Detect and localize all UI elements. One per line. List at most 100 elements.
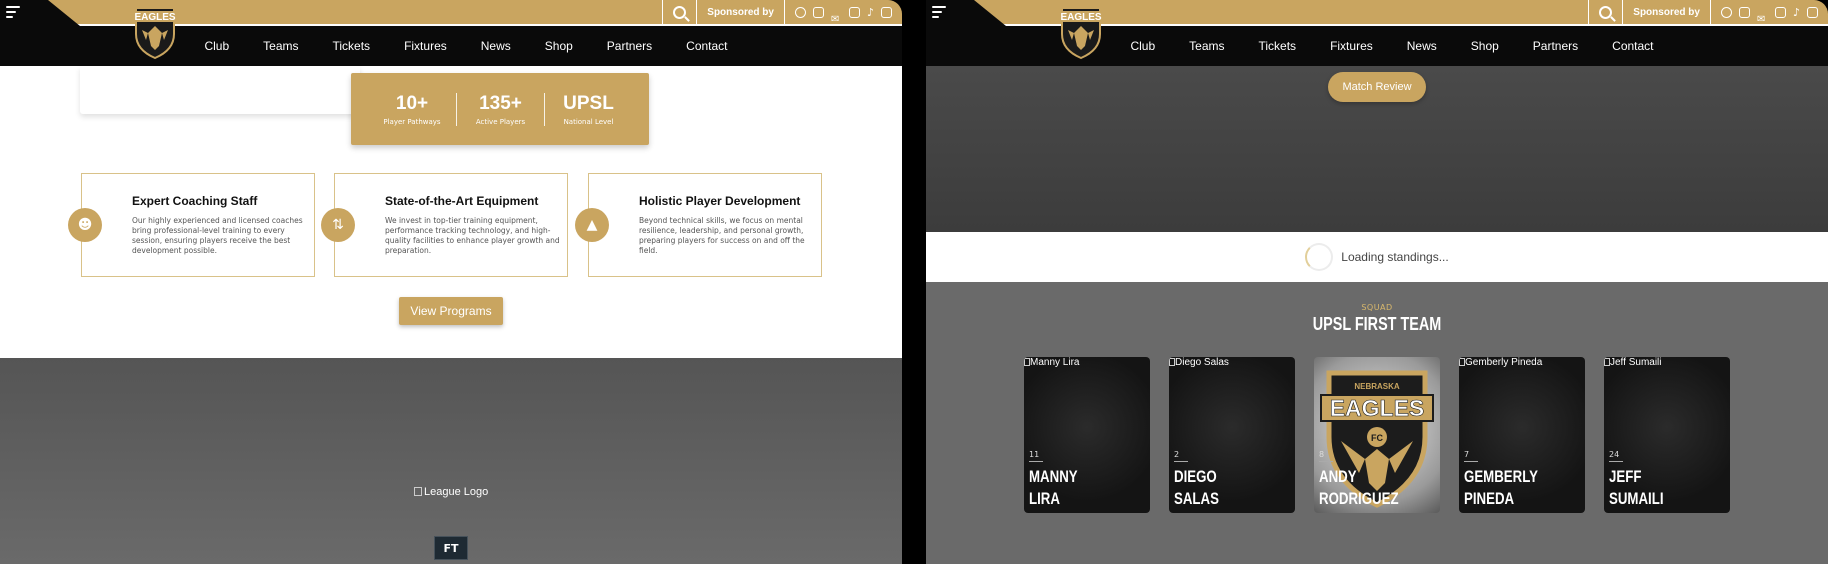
player-card[interactable]: Gemberly Pineda 7 GEMBERLY PINEDA (1459, 357, 1585, 513)
player-last-name: RODRIGUEZ (1319, 489, 1399, 508)
nav-club[interactable]: Club (1130, 39, 1155, 53)
screenshot-stage: Sponsored by Club Teams Tickets (0, 0, 1828, 564)
youtube-icon[interactable] (848, 6, 860, 18)
tiktok-icon[interactable] (1793, 7, 1800, 18)
feature-card-development: ▲ Holistic Player Development Beyond tec… (575, 173, 822, 277)
player-photo: Manny Lira (1024, 357, 1079, 368)
player-last-name: SALAS (1174, 489, 1219, 508)
nav-tickets[interactable]: Tickets (1259, 39, 1297, 53)
player-photo: Diego Salas (1169, 357, 1229, 368)
search-icon (673, 5, 687, 19)
sponsored-by-label: Sponsored by (1633, 6, 1700, 18)
left-browser-window: Sponsored by Club Teams Tickets (0, 0, 902, 564)
twitter-icon[interactable] (831, 7, 842, 18)
nav-partners[interactable]: Partners (1533, 39, 1578, 53)
sponsored-by-label: Sponsored by (707, 6, 774, 18)
nav-teams[interactable]: Teams (263, 39, 298, 53)
menu-icon[interactable] (6, 6, 20, 18)
linkedin-icon[interactable] (881, 6, 892, 18)
player-card[interactable]: NEBRASKA EAGLES FC 8 ANDY RODRIGUEZ (1314, 357, 1440, 513)
sponsored-by[interactable]: Sponsored by (696, 0, 784, 24)
nav-contact[interactable]: Contact (686, 39, 727, 53)
nav-tickets[interactable]: Tickets (333, 39, 371, 53)
nav-contact[interactable]: Contact (1612, 39, 1653, 53)
nav-shop[interactable]: Shop (1471, 39, 1499, 53)
nav-news[interactable]: News (481, 39, 511, 53)
search-button[interactable] (662, 0, 696, 24)
standings-loader: Loading standings... (926, 232, 1828, 282)
squad-section: SQUAD UPSL FIRST TEAM Manny Lira 11 MANN… (926, 282, 1828, 564)
player-photo: Jeff Sumaili (1604, 357, 1662, 368)
stat-label: Active Players (475, 117, 526, 126)
stat-players: 135+ Active Players (456, 92, 544, 126)
nav-news[interactable]: News (1407, 39, 1437, 53)
top-bar-utilities: Sponsored by (1588, 0, 1828, 24)
match-review-button[interactable]: Match Review (1328, 72, 1426, 102)
player-last-name: SUMAILI (1609, 489, 1664, 508)
club-crest-logo[interactable]: EAGLES (1058, 2, 1104, 60)
player-name: GEMBERLY PINEDA (1464, 466, 1538, 510)
standings-loading-text: Loading standings... (1341, 250, 1449, 264)
route-icon: ⇅ (321, 208, 355, 242)
league-section: League Logo FT (0, 358, 902, 564)
search-icon (1599, 5, 1613, 19)
divider (1609, 461, 1623, 462)
feature-text: Beyond technical skills, we focus on men… (639, 216, 805, 255)
player-first-name: DIEGO (1174, 467, 1217, 486)
stat-pathways: 10+ Player Pathways (368, 93, 456, 126)
nav-fixtures[interactable]: Fixtures (1330, 39, 1373, 53)
facebook-icon[interactable] (1720, 6, 1732, 18)
search-button[interactable] (1588, 0, 1622, 24)
player-photo: Gemberly Pineda (1459, 357, 1542, 368)
player-number: 2 (1174, 450, 1180, 459)
divider (1464, 461, 1478, 462)
player-number: 8 (1319, 450, 1325, 459)
club-crest-logo[interactable]: EAGLES (132, 2, 178, 60)
stat-label: Player Pathways (383, 117, 441, 126)
player-name: JEFF SUMAILI (1609, 466, 1664, 510)
nav-shop[interactable]: Shop (545, 39, 573, 53)
instagram-icon[interactable] (1738, 6, 1750, 18)
player-last-name: LIRA (1029, 489, 1060, 508)
tiktok-icon[interactable] (867, 7, 874, 18)
player-number: 11 (1029, 450, 1040, 459)
player-photo-alt: Gemberly Pineda (1465, 357, 1543, 368)
nav-teams[interactable]: Teams (1189, 39, 1224, 53)
twitter-icon[interactable] (1757, 7, 1768, 18)
player-photo-alt: Jeff Sumaili (1610, 357, 1662, 368)
player-card[interactable]: Manny Lira 11 MANNY LIRA (1024, 357, 1150, 513)
squad-title: UPSL FIRST TEAM (1312, 314, 1442, 334)
feature-card-equipment: ⇅ State-of-the-Art Equipment We invest i… (321, 173, 568, 277)
stat-level: UPSL National Level (544, 92, 632, 126)
right-browser-window: Sponsored by Club Teams Tickets (926, 0, 1828, 564)
hero-section: Match Review (926, 66, 1828, 232)
stat-value: 135+ (479, 92, 522, 114)
linkedin-icon[interactable] (1807, 6, 1818, 18)
player-card[interactable]: Diego Salas 2 DIEGO SALAS (1169, 357, 1295, 513)
instagram-icon[interactable] (812, 6, 824, 18)
league-logo-image: League Logo (414, 486, 488, 498)
player-first-name: ANDY (1319, 467, 1357, 486)
player-name: DIEGO SALAS (1174, 466, 1219, 510)
svg-text:EAGLES: EAGLES (1060, 12, 1101, 23)
loading-spinner-icon (1305, 243, 1334, 271)
divider (1319, 461, 1333, 462)
squad-kicker: SQUAD (1361, 303, 1393, 312)
facebook-icon[interactable] (794, 6, 806, 18)
youtube-icon[interactable] (1774, 6, 1786, 18)
player-photo-alt: Manny Lira (1030, 357, 1080, 368)
player-card[interactable]: Jeff Sumaili 24 JEFF SUMAILI (1604, 357, 1730, 513)
social-links (783, 0, 902, 24)
social-links (1709, 0, 1828, 24)
broken-image-icon (414, 487, 422, 496)
menu-icon[interactable] (932, 6, 946, 18)
ft-badge: FT (434, 536, 468, 560)
sponsored-by[interactable]: Sponsored by (1622, 0, 1710, 24)
view-programs-button[interactable]: View Programs (399, 297, 503, 325)
feature-title: Expert Coaching Staff (132, 194, 258, 208)
nav-fixtures[interactable]: Fixtures (404, 39, 447, 53)
player-number: 24 (1609, 450, 1620, 459)
nav-club[interactable]: Club (204, 39, 229, 53)
divider (1029, 461, 1043, 462)
nav-partners[interactable]: Partners (607, 39, 652, 53)
